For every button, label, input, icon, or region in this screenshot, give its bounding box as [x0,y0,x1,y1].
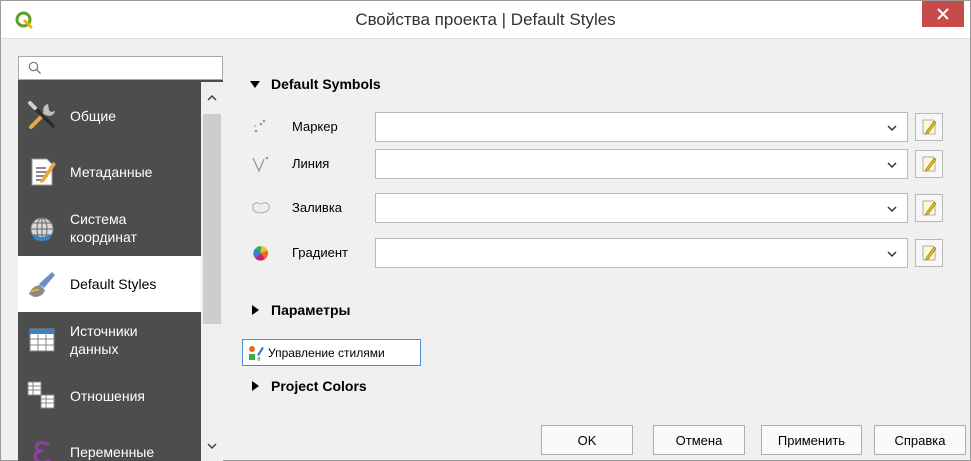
fill-label: Заливка [292,200,343,215]
tools-icon [28,101,55,129]
sidebar-item-crs[interactable]: Система координат [18,200,201,256]
marker-label: Маркер [292,119,338,134]
default-symbols-header[interactable]: Default Symbols [249,76,381,92]
ok-button[interactable]: OK [541,425,633,455]
marker-icon [253,119,266,133]
sidebar-item-label: Общие [70,108,117,124]
gradient-row: Градиент [247,238,947,268]
title-bar: Свойства проекта | Default Styles [1,1,970,39]
help-button[interactable]: Справка [874,425,966,455]
sidebar-item-label: Метаданные [70,164,153,180]
marker-combobox[interactable] [375,112,908,142]
fill-edit-button[interactable] [915,194,943,222]
style-manager-icon: a [249,345,264,361]
marker-row: Маркер [247,112,947,142]
parameters-header[interactable]: Параметры [249,302,351,318]
triangle-right-icon [252,381,259,391]
fill-icon [252,202,270,214]
sidebar-item-label: Default Styles [70,276,157,292]
line-row: Линия [247,149,947,179]
parameters-title: Параметры [271,302,351,318]
line-icon [252,156,269,173]
sidebar-item-variables[interactable]: Переменные [18,424,201,461]
style-manager-label: Управление стилями [268,345,385,360]
sidebar-item-relations[interactable]: Отношения [18,368,201,424]
pencil-icon [922,156,937,172]
gradient-label: Градиент [292,245,348,260]
close-button[interactable] [922,1,964,27]
sidebar-item-default-styles[interactable]: Default Styles [18,256,201,312]
scroll-down-button[interactable] [201,436,223,456]
project-colors-header[interactable]: Project Colors [249,378,367,394]
project-properties-window: Свойства проекта | Default Styles Общие [0,0,971,461]
gradient-edit-button[interactable] [915,239,943,267]
chevron-down-icon [207,443,217,450]
pencil-icon [922,200,937,216]
gradient-icon [253,245,269,261]
line-label: Линия [292,156,330,171]
globe-icon [30,217,54,241]
chevron-down-icon [887,125,897,132]
triangle-right-icon [252,305,259,315]
marker-edit-button[interactable] [915,113,943,141]
triangle-down-icon [250,81,260,88]
default-symbols-title: Default Symbols [271,76,381,92]
scroll-up-button[interactable] [201,88,223,108]
sidebar-item-data-sources[interactable]: Источники данных [18,312,201,368]
style-manager-button[interactable]: a Управление стилями [242,339,421,366]
chevron-down-icon [887,251,897,258]
gradient-combobox[interactable] [375,238,908,268]
line-combobox[interactable] [375,149,908,179]
sidebar-item-label: Система координат [70,211,137,245]
pencil-icon [922,119,937,135]
chevron-up-icon [207,94,217,101]
chevron-down-icon [887,162,897,169]
scroll-thumb[interactable] [203,114,221,324]
line-edit-button[interactable] [915,150,943,178]
window-title: Свойства проекта | Default Styles [355,10,616,29]
epsilon-icon [33,441,51,461]
apply-button[interactable]: Применить [761,425,862,455]
sidebar-item-label: Переменные [70,444,155,460]
project-colors-title: Project Colors [271,378,367,394]
svg-text:a: a [257,355,261,361]
search-box [18,56,223,80]
main-panel: Default Symbols Маркер Линия Заливка Гра… [223,56,971,461]
paintbrush-icon [29,272,55,297]
sidebar-item-metadata[interactable]: Метаданные [18,144,201,200]
sidebar-item-label: Отношения [70,388,145,404]
chevron-down-icon [887,206,897,213]
sidebar-item-general[interactable]: Общие [18,88,201,144]
close-icon [937,8,949,20]
sidebar-scrollbar[interactable] [201,82,223,461]
search-input[interactable] [47,59,217,77]
sidebar-nav: Общие Метаданные Система координат Defau… [18,82,201,461]
relations-icon [27,381,55,409]
search-icon [28,61,41,74]
metadata-icon [31,158,56,186]
sidebar-item-label: Источники данных [70,323,138,357]
fill-combobox[interactable] [375,193,908,223]
table-icon [29,328,55,352]
pencil-icon [922,245,937,261]
fill-row: Заливка [247,193,947,223]
cancel-button[interactable]: Отмена [653,425,745,455]
